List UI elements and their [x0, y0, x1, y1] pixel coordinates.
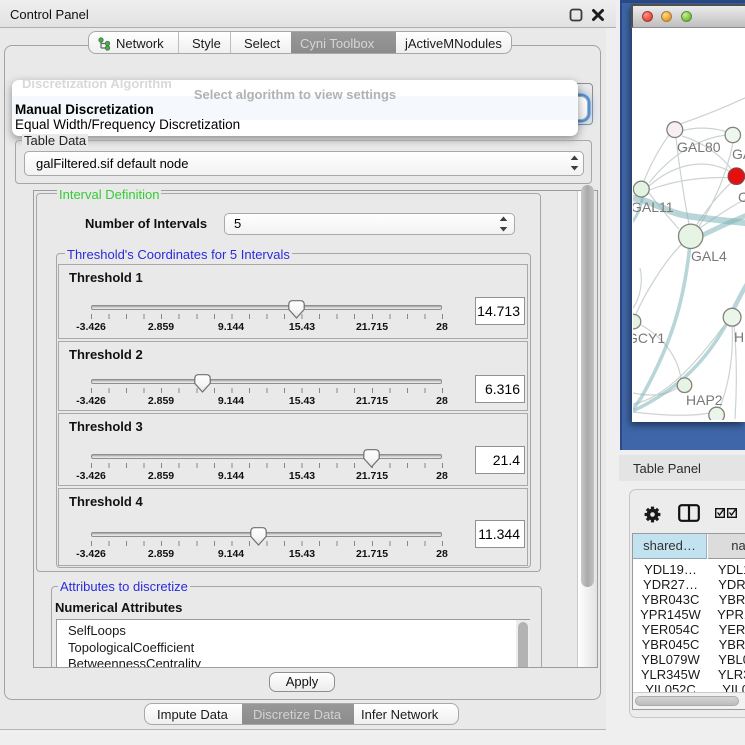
svg-text:C: C — [738, 189, 745, 205]
svg-text:GAL4: GAL4 — [691, 248, 727, 264]
svg-text:GAL80: GAL80 — [677, 139, 721, 155]
svg-text:GA: GA — [732, 146, 745, 162]
svg-text:HAP2: HAP2 — [686, 392, 723, 408]
svg-text:H: H — [734, 329, 744, 345]
svg-text:GAL11: GAL11 — [633, 199, 674, 215]
svg-text:GCY1: GCY1 — [633, 330, 665, 346]
